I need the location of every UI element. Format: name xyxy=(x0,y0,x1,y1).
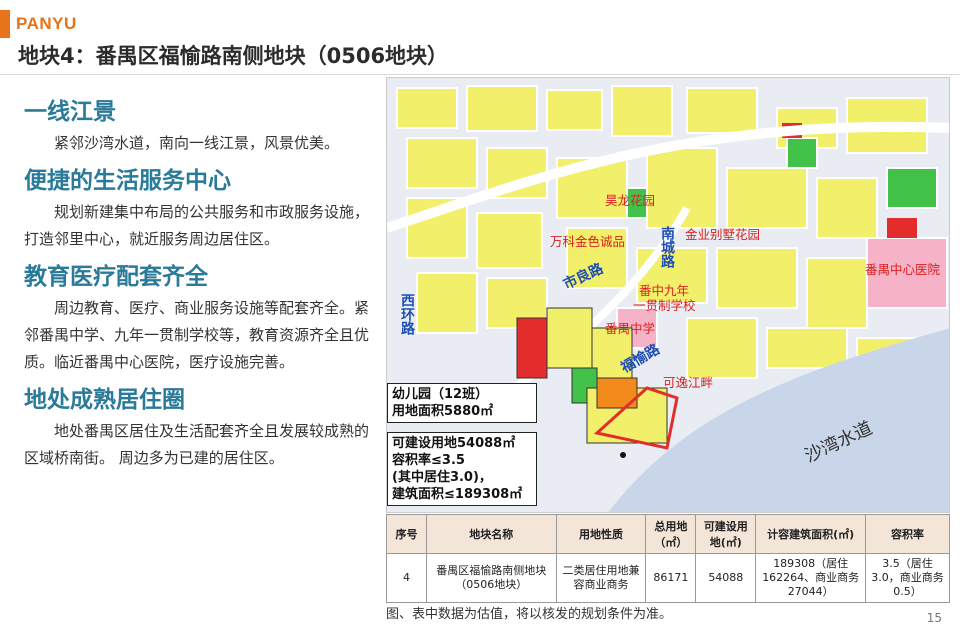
brand-bar xyxy=(0,10,10,38)
table-row: 4 番禺区福愉路南侧地块（0506地块） 二类居住用地兼容商业商务 86171 … xyxy=(386,553,950,603)
section-body: 规划新建集中布局的公共服务和市政服务设施，打造邻里中心，就近服务周边居住区。 xyxy=(24,203,370,248)
table-cell: 4 xyxy=(386,553,427,603)
table-header-row: 序号 地块名称 用地性质 总用地（㎡） 可建设用地(㎡) 计容建筑面积(㎡) 容… xyxy=(386,514,950,554)
site-callout: 可建设用地54088㎡ 容积率≤3.5 (其中居住3.0)， 建筑面积≤1893… xyxy=(387,432,537,506)
callout-line: 建筑面积≤189308㎡ xyxy=(392,487,523,502)
table-cell: 二类居住用地兼容商业商务 xyxy=(555,553,647,603)
section-body: 周边教育、医疗、商业服务设施等配套齐全。紧邻番禺中学、九年一贯制学校等，教育资源… xyxy=(24,299,370,371)
map-label-haolong: 昊龙花园 xyxy=(605,193,656,208)
callout-line: 容积率≤3.5 xyxy=(392,453,465,468)
kindergarten-callout: 幼儿园（12班） 用地面积5880㎡ xyxy=(387,383,537,423)
page-title: 地块4：番禺区福愉路南侧地块（0506地块） xyxy=(18,44,449,68)
callout-line: 用地面积5880㎡ xyxy=(392,404,494,419)
road-xihuan: 西环路 xyxy=(399,293,415,335)
map-label-hospital: 番禺中心医院 xyxy=(865,262,941,277)
col-header: 用地性质 xyxy=(555,514,647,554)
map-label-vanke: 万科金色诚品 xyxy=(550,234,626,249)
map-label-panyu-middle-school: 番禺中学 xyxy=(605,321,656,336)
callout-line: (其中居住3.0)， xyxy=(392,470,492,485)
brand: PANYU xyxy=(0,10,77,38)
road-nancheng: 南城路 xyxy=(659,226,675,268)
section-heading: 便捷的生活服务中心 xyxy=(24,168,231,194)
page-number: 15 xyxy=(926,611,942,625)
map-label-keyi: 可逸江畔 xyxy=(663,375,714,390)
title-divider xyxy=(0,74,960,75)
left-text-column: 一线江景 紧邻沙湾水道，南向一线江景，风景优美。 便捷的生活服务中心 规划新建集… xyxy=(24,88,374,476)
table-cell: 189308（居住162264、商业商务27044） xyxy=(755,553,867,603)
table-cell: 3.5（居住3.0，商业商务0.5） xyxy=(865,553,950,603)
table-cell: 54088 xyxy=(695,553,757,603)
section-heading: 一线江景 xyxy=(24,99,116,125)
site-map: 昊龙花园 万科金色诚品 金业别墅花园 番中九年 一贯制学校 番禺中学 番禺中心医… xyxy=(386,77,950,513)
map-label-school-2: 一贯制学校 xyxy=(633,298,696,313)
parcel-table: 序号 地块名称 用地性质 总用地（㎡） 可建设用地(㎡) 计容建筑面积(㎡) 容… xyxy=(386,514,950,603)
col-header: 容积率 xyxy=(865,514,950,554)
col-header: 总用地（㎡） xyxy=(645,514,697,554)
section-body: 地处番禺区居住及生活配套齐全且发展较成熟的区域桥南街。 周边多为已建的居住区。 xyxy=(24,422,370,467)
table-cell: 番禺区福愉路南侧地块（0506地块） xyxy=(425,553,557,603)
col-header: 可建设用地(㎡) xyxy=(695,514,757,554)
section-body: 紧邻沙湾水道，南向一线江景，风景优美。 xyxy=(54,134,340,152)
col-header: 序号 xyxy=(386,514,427,554)
callout-line: 可建设用地54088㎡ xyxy=(392,436,516,451)
map-label-jinye: 金业别墅花园 xyxy=(685,227,761,242)
section-heading: 教育医疗配套齐全 xyxy=(24,264,208,290)
footnote: 图、表中数据为估值，将以核发的规划条件为准。 xyxy=(386,607,673,622)
col-header: 地块名称 xyxy=(425,514,557,554)
table-cell: 86171 xyxy=(645,553,697,603)
col-header: 计容建筑面积(㎡) xyxy=(755,514,867,554)
brand-logo-text: PANYU xyxy=(16,14,77,33)
section-heading: 地处成熟居住圈 xyxy=(24,387,185,413)
callout-line: 幼儿园（12班） xyxy=(392,387,489,402)
